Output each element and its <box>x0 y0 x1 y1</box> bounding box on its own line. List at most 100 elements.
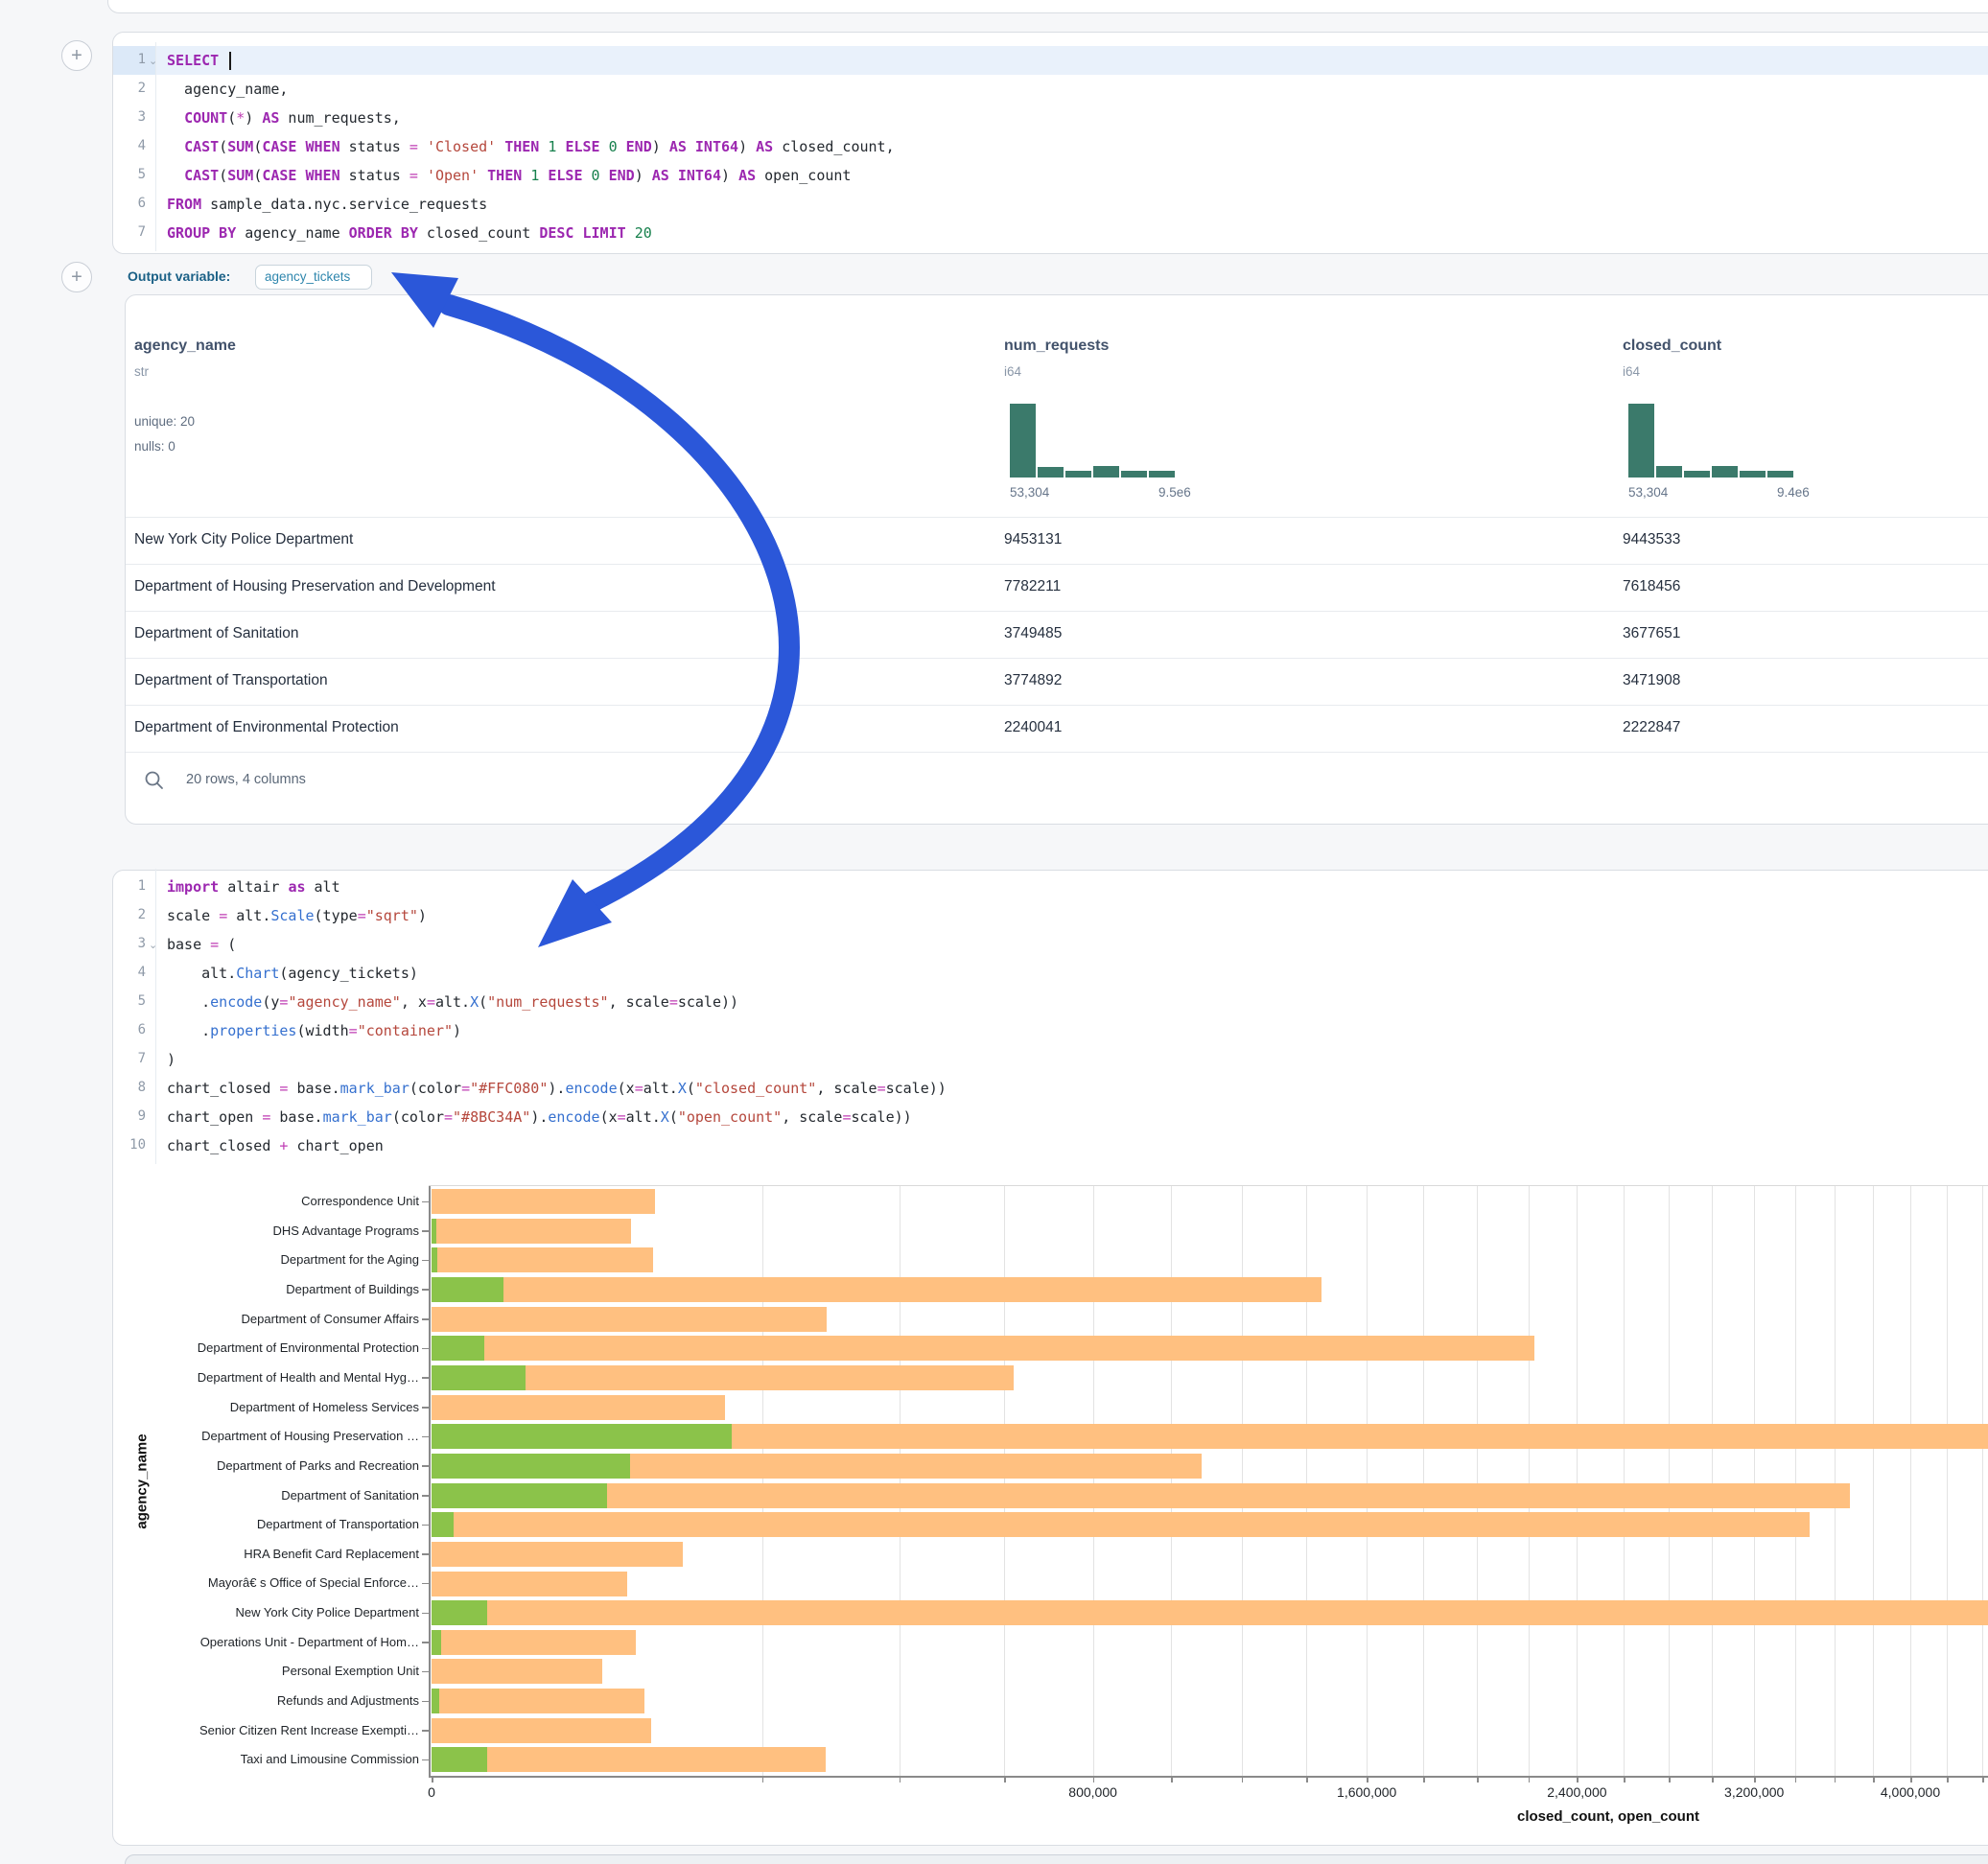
code-token: = <box>358 907 366 924</box>
bar-open-count <box>432 1277 503 1302</box>
chart-gridline <box>1982 1186 1983 1776</box>
column-header-num_requests[interactable]: num_requests <box>1004 338 1109 355</box>
y-axis-label: Department of Housing Preservation … <box>103 1430 419 1443</box>
x-axis-tick <box>432 1777 433 1782</box>
output-variable-badge[interactable]: agency_tickets <box>255 265 372 290</box>
code-line: GROUP BY agency_name ORDER BY closed_cou… <box>167 219 652 247</box>
code-token: base. <box>288 1080 339 1097</box>
code-token: agency_name, <box>167 81 288 98</box>
table-row[interactable]: New York City Police Department945313194… <box>126 517 1988 564</box>
code-line: SELECT <box>167 46 231 75</box>
code-token: X <box>470 993 479 1011</box>
line-number: 8 <box>113 1080 146 1095</box>
code-token: ) <box>167 1051 175 1068</box>
histogram-min-label: 53,304 <box>1010 485 1049 500</box>
code-token: CASE <box>262 167 296 184</box>
column-type: str <box>134 364 149 379</box>
chart-gridline <box>1004 1186 1005 1776</box>
y-axis-tick <box>422 1407 429 1409</box>
table-cell: 3774892 <box>1004 672 1062 689</box>
code-token: ( <box>669 1108 678 1126</box>
bar-closed-count <box>432 1395 725 1420</box>
table-cell: 3749485 <box>1004 625 1062 642</box>
chart-gridline <box>1835 1186 1836 1776</box>
code-token <box>418 167 427 184</box>
code-token: 1 <box>530 167 539 184</box>
bar-open-count <box>432 1689 439 1713</box>
code-token: chart_open <box>167 1108 262 1126</box>
table-row[interactable]: Department of Transportation377489234719… <box>126 658 1988 705</box>
code-token <box>167 167 184 184</box>
code-token: CASE <box>262 138 296 155</box>
code-token <box>583 167 592 184</box>
column-header-agency_name[interactable]: agency_name <box>134 338 236 355</box>
line-number: 5 <box>113 993 146 1009</box>
code-token: scale)) <box>886 1080 947 1097</box>
histogram-min-label: 53,304 <box>1628 485 1668 500</box>
y-axis-tick <box>422 1671 429 1673</box>
x-axis-tick <box>1910 1777 1912 1782</box>
histogram-max-label: 9.5e6 <box>1158 485 1191 500</box>
code-token <box>573 224 582 242</box>
y-axis-label: Department of Sanitation <box>103 1489 419 1503</box>
line-number: 6 <box>113 1022 146 1037</box>
x-axis-tick-label: 2,400,000 <box>1547 1784 1606 1800</box>
code-token: encode <box>548 1108 599 1126</box>
code-token <box>669 167 678 184</box>
active-line-highlight <box>113 46 1988 75</box>
code-token: agency_name <box>236 224 348 242</box>
code-token: = <box>444 1108 453 1126</box>
code-token: alt <box>306 878 340 896</box>
y-axis-tick <box>422 1318 429 1320</box>
code-token: AS <box>669 138 687 155</box>
code-token: 0 <box>609 138 618 155</box>
bar-closed-count <box>432 1483 1850 1508</box>
code-token: COUNT <box>184 109 227 127</box>
bar-closed-count <box>432 1219 631 1244</box>
y-axis-tick <box>422 1260 429 1262</box>
chart-gridline <box>1712 1186 1713 1776</box>
y-axis-label: New York City Police Department <box>103 1606 419 1619</box>
code-token: scale <box>167 907 219 924</box>
x-axis-tick <box>1423 1777 1425 1782</box>
column-header-closed_count[interactable]: closed_count <box>1623 338 1721 355</box>
x-axis-tick <box>1577 1777 1579 1782</box>
bar-open-count <box>432 1219 436 1244</box>
table-cell: 3677651 <box>1623 625 1680 642</box>
code-token <box>296 167 305 184</box>
code-token: mark_bar <box>323 1108 392 1126</box>
y-axis-tick <box>422 1553 429 1555</box>
add-cell-button-top[interactable]: + <box>61 40 92 71</box>
code-token: chart_closed <box>167 1137 279 1154</box>
bar-closed-count <box>432 1512 1810 1537</box>
code-token: "#8BC34A" <box>453 1108 530 1126</box>
code-token: closed_count <box>418 224 539 242</box>
add-cell-button-output[interactable]: + <box>61 262 92 292</box>
code-token: SUM <box>227 138 253 155</box>
table-row[interactable]: Department of Environmental Protection22… <box>126 705 1988 752</box>
line-number: 7 <box>113 224 146 240</box>
x-axis-tick <box>1712 1777 1714 1782</box>
code-token: THEN <box>487 167 522 184</box>
y-axis-tick <box>422 1730 429 1732</box>
x-axis-tick <box>1306 1777 1308 1782</box>
line-number: 1 <box>113 878 146 894</box>
code-token: altair <box>219 878 288 896</box>
histogram-bar <box>1656 466 1682 478</box>
x-axis-tick-label: 1,600,000 <box>1337 1784 1396 1800</box>
search-icon[interactable] <box>144 770 165 791</box>
bar-closed-count <box>432 1189 655 1214</box>
code-token: alt. <box>227 907 270 924</box>
code-token: WHEN <box>306 167 340 184</box>
x-axis-title: closed_count, open_count <box>1517 1808 1699 1825</box>
bar-closed-count <box>432 1336 1534 1361</box>
bar-open-count <box>432 1747 487 1772</box>
table-row[interactable]: Department of Sanitation37494853677651 <box>126 611 1988 658</box>
code-token: INT64 <box>678 167 721 184</box>
table-row[interactable]: Department of Housing Preservation and D… <box>126 564 1988 611</box>
code-token: = <box>210 936 219 953</box>
x-axis-tick <box>762 1777 764 1782</box>
bar-closed-count <box>432 1572 627 1596</box>
x-axis-tick <box>1795 1777 1797 1782</box>
code-token: (type <box>315 907 358 924</box>
